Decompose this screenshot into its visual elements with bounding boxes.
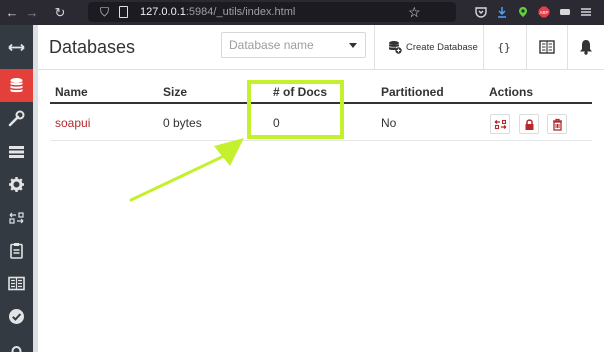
nav-verify[interactable] — [0, 300, 33, 333]
extension-icon[interactable] — [517, 6, 529, 18]
nav-replication[interactable] — [0, 201, 33, 234]
column-header-name[interactable]: Name — [55, 83, 88, 101]
nav-toggle[interactable] — [0, 31, 33, 64]
nav-config[interactable] — [0, 168, 33, 201]
nav-documentation[interactable] — [0, 234, 33, 267]
nav-user[interactable] — [0, 333, 33, 352]
sidebar — [0, 25, 33, 352]
nav-setup[interactable] — [0, 102, 33, 135]
database-name-placeholder: Database name — [229, 38, 314, 52]
sidebar-edge — [33, 25, 38, 352]
page-title: Databases — [49, 37, 136, 57]
replicate-icon — [9, 212, 24, 224]
header-divider — [483, 25, 484, 70]
delete-database-button[interactable] — [547, 114, 567, 134]
column-header-size[interactable]: Size — [163, 83, 187, 101]
json-view-button[interactable]: {} — [487, 25, 521, 70]
wrench-icon — [8, 110, 25, 127]
database-size: 0 bytes — [163, 116, 202, 130]
url-path: :5984/_utils/index.html — [185, 6, 296, 18]
pocket-icon[interactable] — [475, 6, 487, 18]
book-icon — [8, 276, 25, 291]
list-icon — [9, 146, 24, 158]
forward-arrow-icon[interactable]: → — [24, 0, 40, 25]
bell-icon — [580, 40, 592, 55]
database-add-icon — [389, 41, 402, 54]
lock-icon — [525, 119, 534, 130]
sidebar-extension-icon[interactable] — [559, 6, 571, 18]
star-icon[interactable]: ☆ — [408, 2, 421, 22]
header-divider — [526, 25, 527, 70]
gear-icon — [9, 177, 24, 192]
svg-text:ABP: ABP — [539, 10, 548, 15]
page-icon — [119, 6, 128, 18]
nav-active-tasks[interactable] — [0, 135, 33, 168]
nav-databases[interactable] — [0, 69, 33, 102]
url-text: 127.0.0.1:5984/_utils/index.html — [140, 2, 295, 22]
page-header: Databases Database name Create Database … — [38, 25, 604, 70]
url-bar[interactable]: ⛉ 127.0.0.1:5984/_utils/index.html ☆ — [88, 2, 456, 22]
column-header-actions: Actions — [489, 85, 534, 99]
database-partitioned: No — [381, 116, 397, 130]
download-icon[interactable] — [496, 6, 508, 18]
notifications-button[interactable] — [568, 25, 604, 70]
menu-icon[interactable] — [580, 6, 592, 18]
back-arrow-icon[interactable]: ← — [4, 0, 20, 25]
screenshot-root: ← → ↻ ⛉ 127.0.0.1:5984/_utils/index.html… — [0, 0, 604, 352]
nav-docs[interactable] — [0, 267, 33, 300]
create-database-label: Create Database — [406, 42, 478, 53]
database-permissions-button[interactable] — [519, 114, 539, 134]
annotation-highlight-box — [247, 80, 344, 139]
clipboard-icon — [10, 243, 23, 259]
replicate-icon — [494, 119, 507, 130]
create-database-button[interactable]: Create Database — [375, 25, 479, 70]
user-icon — [11, 346, 22, 352]
replicate-database-button[interactable] — [490, 114, 510, 134]
check-circle-icon — [9, 309, 24, 324]
double-arrow-icon — [8, 43, 25, 52]
browser-toolbar: ← → ↻ ⛉ 127.0.0.1:5984/_utils/index.html… — [0, 0, 604, 25]
trash-icon — [553, 118, 562, 131]
database-name-link[interactable]: soapui — [55, 106, 90, 141]
book-icon — [539, 40, 555, 54]
database-name-select[interactable]: Database name — [221, 32, 366, 58]
column-header-partitioned[interactable]: Partitioned — [381, 83, 444, 101]
documentation-button[interactable] — [530, 25, 564, 70]
caret-down-icon — [349, 43, 357, 48]
reload-icon[interactable]: ↻ — [52, 0, 68, 25]
adblock-icon[interactable]: ABP — [538, 6, 550, 18]
database-icon — [10, 78, 23, 93]
shield-icon[interactable]: ⛉ — [100, 2, 109, 22]
url-host: 127.0.0.1 — [140, 6, 186, 18]
